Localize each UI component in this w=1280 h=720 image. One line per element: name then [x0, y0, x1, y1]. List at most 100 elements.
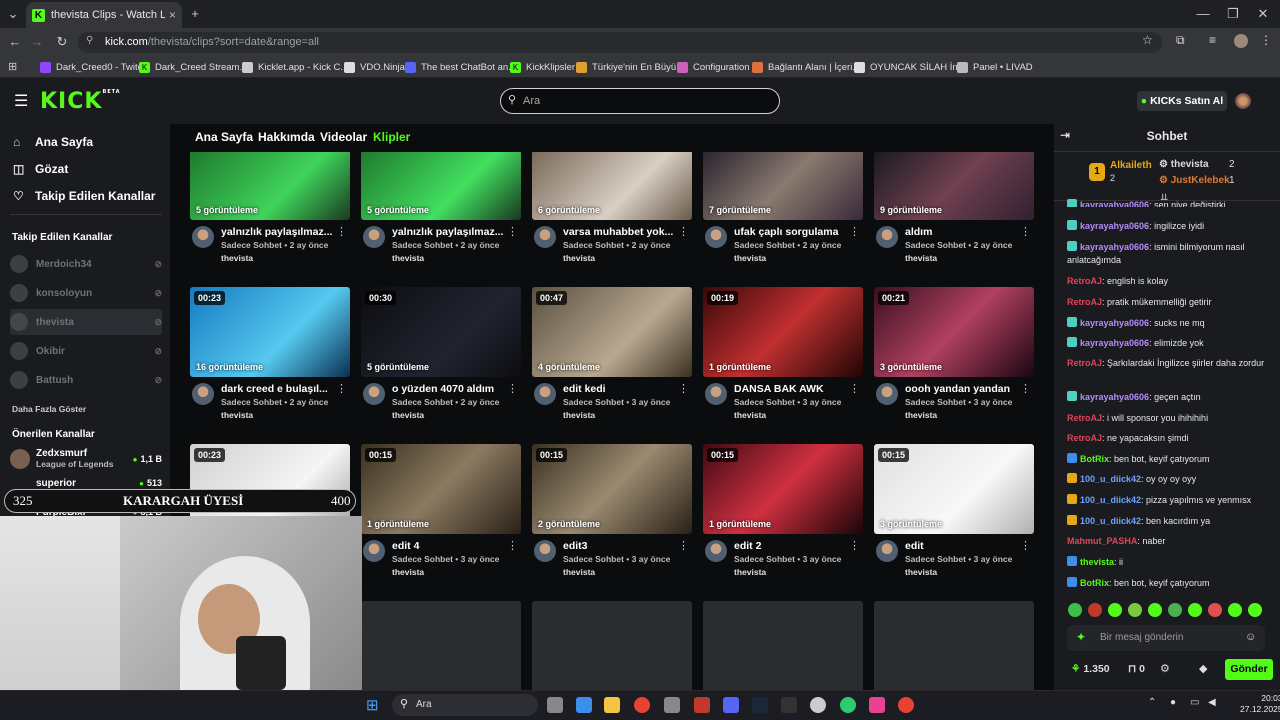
clip-info[interactable]: edit3 Sadece Sohbet • 3 ay önce thevista ⋮ — [532, 540, 700, 584]
tab-videos[interactable]: Videolar — [320, 130, 367, 144]
bookmark[interactable]: Panel • LIVAD — [957, 58, 1033, 76]
extensions-icon[interactable]: ⧉ — [1176, 33, 1185, 48]
buy-kicks-button[interactable]: ● KICKs Satın Al — [1137, 91, 1227, 111]
bookmark[interactable]: Dark_Creed0 - Twitch — [40, 58, 148, 76]
more-options-icon[interactable]: ⋮ — [1020, 382, 1031, 395]
tray-chevron-icon[interactable]: ⌃ — [1148, 697, 1156, 708]
more-options-icon[interactable]: ⋮ — [507, 382, 518, 395]
points-display[interactable]: ⚘ 1.350 — [1071, 663, 1110, 675]
leader-entry[interactable]: ⚙ JustKelebek — [1159, 175, 1230, 186]
bookmark[interactable]: K KickKlipsler — [510, 58, 575, 76]
clip-thumbnail[interactable]: 00:15 1 görüntüleme — [361, 444, 521, 534]
maximize-icon[interactable]: ❐ — [1220, 1, 1246, 27]
clip-info[interactable]: DANSA BAK AWK Sadece Sohbet • 3 ay önce th… — [703, 383, 871, 427]
discord-icon[interactable] — [723, 697, 739, 713]
tab-clips[interactable]: Klipler — [373, 130, 410, 144]
emote-icon[interactable] — [1128, 603, 1142, 617]
chat-username[interactable]: BotRix — [1080, 578, 1109, 588]
apps-icon[interactable]: ⊞ — [8, 60, 17, 73]
more-options-icon[interactable]: ⋮ — [678, 382, 689, 395]
recommended-channel[interactable]: ZedxsmurfLeague of Legends 1,1 B — [10, 448, 162, 470]
clip-info[interactable]: varsa muhabbet yok... Sadece Sohbet • 2 a… — [532, 226, 700, 270]
bookmark-star-icon[interactable]: ☆ — [1142, 33, 1153, 47]
reload-icon[interactable]: ↻ — [49, 29, 75, 55]
user-avatar[interactable] — [1235, 93, 1251, 109]
clip-thumbnail[interactable]: 00:30 5 görüntüleme — [361, 287, 521, 377]
task-view-icon[interactable] — [547, 697, 563, 713]
clip-info[interactable]: edit kedi Sadece Sohbet • 3 ay önce thevis… — [532, 383, 700, 427]
sidebar-channel-active[interactable]: thevista ⊘ — [10, 309, 162, 335]
microphone-icon[interactable]: ● — [1170, 697, 1176, 708]
clip-thumbnail[interactable]: 6 görüntüleme — [532, 152, 692, 220]
bookmark[interactable]: The best ChatBot an... — [405, 58, 516, 76]
more-options-icon[interactable]: ⋮ — [336, 225, 347, 238]
emote-icon[interactable] — [1108, 603, 1122, 617]
chat-users-icon[interactable]: ◆ — [1199, 662, 1207, 675]
clip-info[interactable]: ufak çaplı sorgulama Sadece Sohbet • 2 ay… — [703, 226, 871, 270]
leader-entry[interactable]: ⚙ thevista — [1159, 159, 1209, 170]
more-options-icon[interactable]: ⋮ — [507, 539, 518, 552]
minimize-icon[interactable]: — — [1190, 1, 1216, 27]
sidebar-channel[interactable]: Merdoich34 ⊘ — [10, 251, 162, 277]
kick-logo[interactable]: KICKBETA — [40, 89, 121, 114]
taskbar-clock[interactable]: 20:0327.12.2025 — [1240, 693, 1280, 715]
epic-games-icon[interactable] — [781, 697, 797, 713]
clip-thumbnail[interactable]: 00:15 1 görüntüleme — [703, 444, 863, 534]
chat-username[interactable]: kayrayahya0606 — [1080, 318, 1149, 328]
chat-username[interactable]: RetroAJ — [1067, 433, 1102, 443]
app-icon[interactable] — [576, 697, 592, 713]
menu-icon[interactable]: ⋮ — [1260, 33, 1272, 47]
nav-home[interactable]: ⌂ Ana Sayfa — [13, 135, 93, 149]
chat-username[interactable]: RetroAJ — [1067, 413, 1102, 423]
emote-icon[interactable] — [1208, 603, 1222, 617]
network-icon[interactable]: ▭ — [1190, 697, 1199, 708]
taskbar-search[interactable]: Ara — [392, 694, 538, 716]
volume-icon[interactable]: ◀ — [1208, 697, 1216, 708]
emote-icon[interactable] — [1168, 603, 1182, 617]
send-button[interactable]: Gönder — [1225, 659, 1273, 680]
emote-icon[interactable] — [1068, 603, 1082, 617]
show-more-link[interactable]: Daha Fazla Göster — [12, 404, 86, 414]
sparkle-icon[interactable]: ✦ — [1076, 630, 1086, 644]
browser-tab-active[interactable]: K thevista Clips - Watch Live on K × — [26, 2, 182, 28]
emoji-icon[interactable]: ☺ — [1245, 631, 1256, 643]
chat-settings-icon[interactable]: ⚙ — [1160, 662, 1170, 675]
bookmark[interactable]: Türkiye'nin En Büyü... — [576, 58, 684, 76]
chat-username[interactable]: RetroAJ — [1067, 358, 1102, 368]
close-tab-icon[interactable]: × — [169, 8, 176, 22]
sidebar-channel[interactable]: konsoloyun ⊘ — [10, 280, 162, 306]
clip-thumbnail[interactable]: 7 görüntüleme — [703, 152, 863, 220]
clip-thumbnail[interactable]: 5 görüntüleme — [190, 152, 350, 220]
bookmark[interactable]: Configuration — [677, 58, 750, 76]
hamburger-menu-icon[interactable]: ☰ — [14, 91, 28, 111]
app-icon[interactable] — [694, 697, 710, 713]
clip-info[interactable]: yalnızlık paylaşılmaz... Sadece Sohbet • … — [361, 226, 529, 270]
clip-thumbnail[interactable]: 9 görüntüleme — [874, 152, 1034, 220]
clip-thumbnail[interactable]: 00:21 3 görüntüleme — [874, 287, 1034, 377]
app-icon[interactable] — [664, 697, 680, 713]
clip-info[interactable]: aldım Sadece Sohbet • 2 ay önce thevista ⋮ — [874, 226, 1042, 270]
clip-info[interactable]: edit 4 Sadece Sohbet • 3 ay önce thevista ⋮ — [361, 540, 529, 584]
bookmark[interactable]: Kicklet.app - Kick C... — [242, 58, 348, 76]
clip-info[interactable]: o yüzden 4070 aldım Sadece Sohbet • 2 ay … — [361, 383, 529, 427]
leader-name[interactable]: Alkaileth — [1110, 160, 1152, 171]
address-bar[interactable]: kick.com/thevista/clips?sort=date&range=… — [78, 32, 1162, 53]
chat-username[interactable]: 100_u_diick42 — [1080, 474, 1141, 484]
chatgpt-icon[interactable] — [810, 697, 826, 713]
chat-username[interactable]: kayrayahya0606 — [1080, 392, 1149, 402]
chat-username[interactable]: kayrayahya0606 — [1080, 338, 1149, 348]
clip-thumbnail[interactable]: 00:47 4 görüntüleme — [532, 287, 692, 377]
tab-about[interactable]: Hakkımda — [258, 130, 315, 144]
more-options-icon[interactable]: ⋮ — [1020, 539, 1031, 552]
bookmark[interactable]: OYUNCAK SİLAH İn... — [854, 58, 966, 76]
emote-icon[interactable] — [1148, 603, 1162, 617]
chat-username[interactable]: 100_u_diick42 — [1080, 516, 1141, 526]
bookmark[interactable]: VDO.Ninja — [344, 58, 405, 76]
clip-thumbnail[interactable]: 00:23 16 görüntüleme — [190, 287, 350, 377]
chat-username[interactable]: 100_u_diick42 — [1080, 495, 1141, 505]
chat-username[interactable]: RetroAJ — [1067, 276, 1102, 286]
steam-icon[interactable] — [752, 697, 768, 713]
recommended-channel[interactable]: superior 513 — [10, 476, 162, 490]
app-icon[interactable] — [869, 697, 885, 713]
more-options-icon[interactable]: ⋮ — [507, 225, 518, 238]
